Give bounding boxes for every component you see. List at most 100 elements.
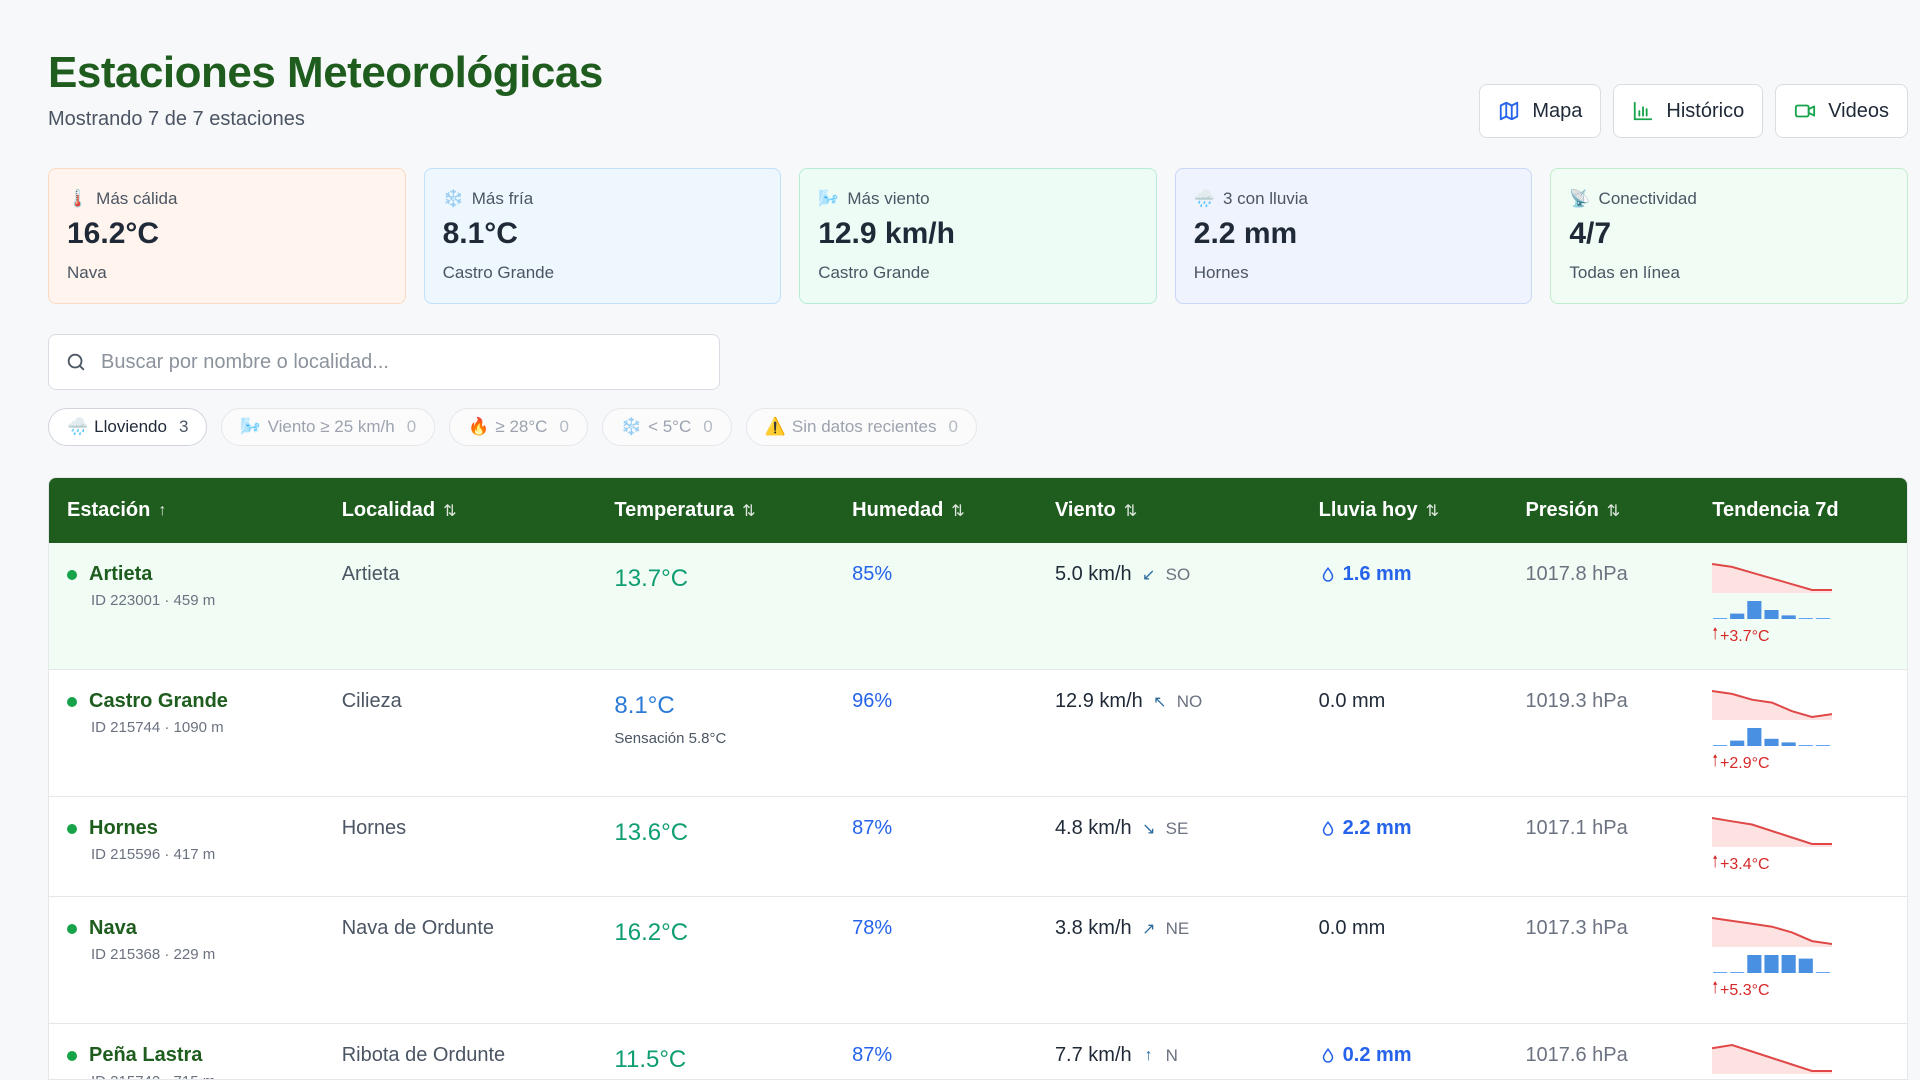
- sort-icon[interactable]: ⇅: [951, 501, 964, 521]
- rain-cell: 1.6 mm: [1301, 543, 1508, 669]
- droplet-icon: [1322, 820, 1333, 836]
- temperature-cell: 13.6°C: [596, 797, 834, 896]
- up-arrow-icon: 🠑: [1712, 980, 1719, 997]
- station-cell: Hornes ID 215596 · 417 m: [49, 797, 324, 896]
- rain-amount: 1.6 mm: [1342, 563, 1412, 585]
- rain-bar: [1730, 613, 1745, 619]
- videos-button-label: Videos: [1828, 99, 1889, 122]
- table-row[interactable]: Hornes ID 215596 · 417 m Hornes 13.6°C 87% 4.…: [49, 797, 1907, 897]
- filter-chip[interactable]: ⚠️ Sin datos recientes 0: [745, 408, 977, 446]
- table-body: Artieta ID 223001 · 459 m Artieta 13.7°C 85%…: [49, 543, 1907, 1079]
- card-label: Más fría: [471, 189, 534, 208]
- temperature-value: 13.7°C: [614, 565, 689, 592]
- chip-label: Sin datos recientes: [791, 417, 937, 436]
- map-button[interactable]: Mapa: [1479, 84, 1602, 138]
- sparkline-area: [1712, 818, 1833, 847]
- table-row[interactable]: Artieta ID 223001 · 459 m Artieta 13.7°C 85%…: [49, 543, 1907, 670]
- card-sub: Nava: [67, 263, 107, 282]
- humidity-cell: 85%: [852, 563, 893, 585]
- videos-button[interactable]: Videos: [1775, 84, 1908, 138]
- filter-chip[interactable]: 🔥 ≥ 28°C 0: [449, 408, 588, 446]
- droplet-icon: [1322, 566, 1333, 582]
- sort-icon[interactable]: ↑: [158, 502, 166, 520]
- station-name-text: Peña Lastra: [89, 1044, 203, 1066]
- up-arrow-icon: 🠑: [1712, 626, 1719, 643]
- column-header[interactable]: Viento ⇅: [1037, 499, 1301, 522]
- card-label: Más viento: [847, 189, 930, 208]
- column-label: Presión: [1525, 499, 1599, 521]
- trend-cell: 🠑 +2.9°C: [1694, 670, 1907, 796]
- card-sub: Todas en línea: [1569, 263, 1680, 282]
- station-name[interactable]: Hornes: [67, 817, 324, 840]
- station-name-text: Nava: [89, 917, 137, 939]
- humidity-cell: 78%: [852, 917, 893, 939]
- video-icon: [1795, 104, 1816, 118]
- trend-delta-value: +3.7°C: [1720, 627, 1770, 645]
- wind-cell: 4.8 km/h ↘ SE: [1037, 797, 1301, 896]
- column-header[interactable]: Localidad ⇅: [324, 499, 597, 522]
- station-name[interactable]: Artieta: [67, 563, 324, 586]
- column-header[interactable]: Temperatura ⇅: [596, 499, 834, 522]
- header: Estaciones Meteorológicas Mostrando 7 de…: [48, 48, 1908, 148]
- filter-chip[interactable]: 🌬️ Viento ≥ 25 km/h 0: [221, 408, 436, 446]
- sort-icon[interactable]: ⇅: [443, 501, 456, 521]
- sort-icon[interactable]: ⇅: [1426, 501, 1439, 521]
- rain-bar: [1730, 740, 1745, 746]
- station-name[interactable]: Castro Grande: [67, 690, 324, 713]
- column-header[interactable]: Humedad ⇅: [834, 499, 1037, 522]
- station-name-text: Hornes: [89, 817, 158, 839]
- temperature-cell: 16.2°C: [596, 897, 834, 1023]
- humidity-cell: 96%: [852, 690, 893, 712]
- rain-value: 1.6 mm: [1319, 563, 1508, 586]
- rain-cell: 0.0 mm: [1301, 670, 1508, 796]
- locality-cell: Ribota de Ordunte: [341, 1044, 506, 1066]
- station-name[interactable]: Nava: [67, 917, 324, 940]
- wind-direction: SE: [1165, 818, 1189, 838]
- droplet-shape: [1322, 820, 1333, 836]
- chip-label: ≥ 28°C: [495, 417, 548, 436]
- rain-bar: [1747, 601, 1762, 619]
- station-id: ID 223001 · 459 m: [91, 592, 216, 609]
- chip-label: < 5°C: [648, 417, 692, 436]
- table-row[interactable]: Peña Lastra ID 215742 · 715 m Ribota de Or…: [49, 1024, 1907, 1079]
- status-dot: [67, 696, 77, 707]
- filter-chip[interactable]: ❄️ < 5°C 0: [601, 408, 732, 446]
- rain-cell: 0.0 mm: [1301, 897, 1508, 1023]
- filter-chip[interactable]: 🌧️ Lloviendo 3: [48, 408, 208, 446]
- trend-delta-value: +3.4°C: [1720, 855, 1770, 873]
- page: Estaciones Meteorológicas Mostrando 7 de…: [48, 0, 1908, 1080]
- card-rain: 🌧️ 3 con lluvia 2.2 mm Hornes: [1174, 168, 1533, 304]
- trend-delta: 🠑 +5.3°C: [1712, 977, 1907, 1004]
- column-header[interactable]: Tendencia 7d: [1694, 499, 1907, 522]
- search-input[interactable]: [101, 350, 681, 374]
- chip-icon: 🌧️: [67, 417, 89, 436]
- card-value: 12.9 km/h: [818, 217, 955, 250]
- column-label: Localidad: [341, 499, 436, 521]
- column-header[interactable]: Presión ⇅: [1507, 499, 1694, 522]
- map-icon: [1500, 101, 1519, 121]
- trend-cell: 🠑 +3.7°C: [1694, 543, 1907, 669]
- header-actions: Mapa Histórico Videos: [1479, 84, 1908, 138]
- temperature-value: 16.2°C: [614, 919, 689, 946]
- table-row[interactable]: Nava ID 215368 · 229 m Nava de Ordunte 16.2…: [49, 897, 1907, 1024]
- column-label: Humedad: [852, 499, 944, 521]
- wind-value: 7.7 km/h ↑ N: [1055, 1044, 1301, 1067]
- temperature-cell: 8.1°C Sensación 5.8°C: [596, 670, 834, 796]
- sort-icon[interactable]: ⇅: [742, 501, 755, 521]
- chip-icon: ⚠️: [764, 417, 786, 436]
- temp-sparkline: [1712, 1043, 1833, 1074]
- sort-icon[interactable]: ⇅: [1607, 501, 1620, 521]
- trend-cell: 🠑 +5.3°C: [1694, 897, 1907, 1023]
- station-name[interactable]: Peña Lastra: [67, 1044, 324, 1067]
- wind-value: 5.0 km/h ↙ SO: [1055, 563, 1301, 586]
- column-header[interactable]: Estación ↑: [49, 499, 324, 522]
- card-value: 8.1°C: [442, 217, 518, 250]
- pressure-cell: 1017.1 hPa: [1525, 817, 1628, 839]
- history-button[interactable]: Histórico: [1613, 84, 1764, 138]
- sort-icon[interactable]: ⇅: [1124, 501, 1137, 521]
- column-header[interactable]: Lluvia hoy ⇅: [1301, 499, 1508, 522]
- temperature-value: 11.5°C: [614, 1046, 687, 1073]
- snowflake-icon: ❄️: [442, 189, 464, 208]
- station-cell: Peña Lastra ID 215742 · 715 m: [49, 1024, 324, 1079]
- table-row[interactable]: Castro Grande ID 215744 · 1090 m Cilieza 8.…: [49, 670, 1907, 797]
